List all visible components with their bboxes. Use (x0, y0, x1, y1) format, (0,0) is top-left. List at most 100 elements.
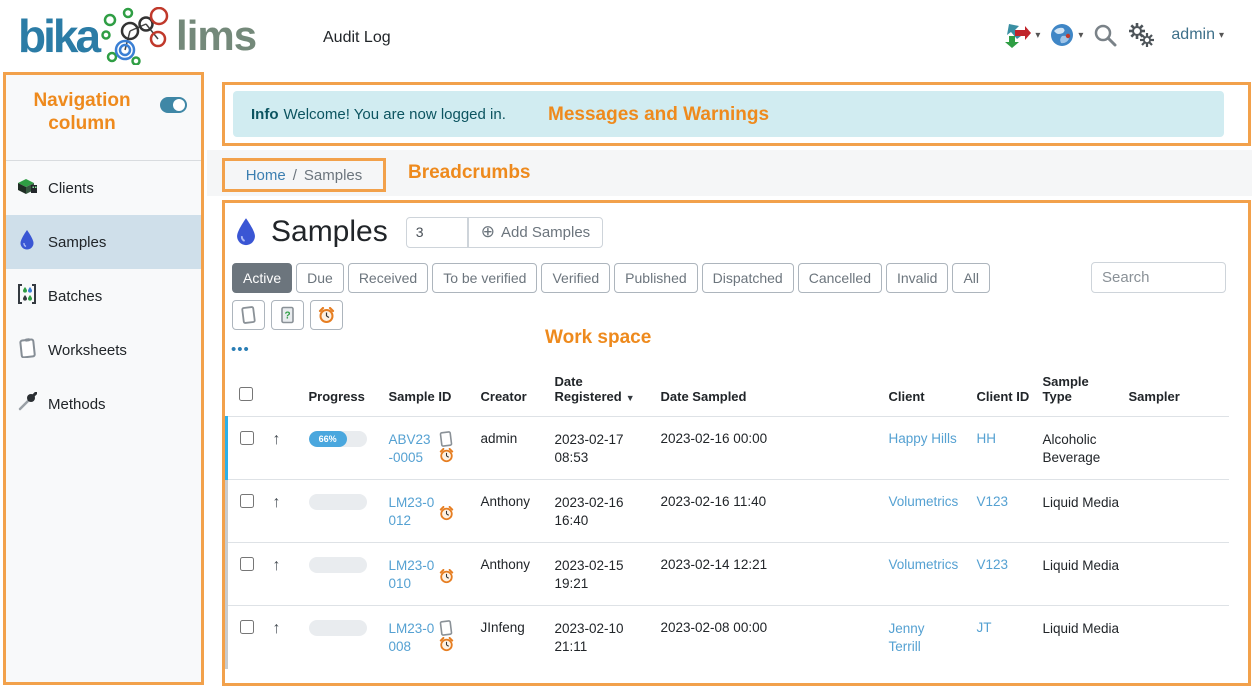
select-all-checkbox[interactable] (239, 387, 253, 401)
sidebar-item-batches[interactable]: Batches (6, 269, 201, 323)
add-samples-count-input[interactable] (406, 217, 468, 248)
client-id-link[interactable]: V123 (977, 494, 1009, 509)
sidebar-item-clients[interactable]: Clients (6, 161, 201, 215)
sampler-cell (1125, 606, 1229, 669)
filter-tab-all[interactable]: All (952, 263, 990, 293)
filter-tab-to-be-verified[interactable]: To be verified (432, 263, 537, 293)
column-header-date-registered[interactable]: Date Registered ▼ (551, 368, 657, 417)
bika-lims-logo[interactable]: bika lim (18, 6, 256, 66)
settings-button[interactable] (1127, 22, 1155, 48)
sample-id-link[interactable]: LM23-0012 (389, 494, 435, 530)
toggle-columns-button[interactable]: ••• (231, 341, 250, 358)
date-sampled-cell: 2023-02-16 11:40 (657, 480, 885, 543)
status-filter-tabs: Active Due Received To be verified Verif… (232, 263, 990, 293)
sample-id-link[interactable]: LM23-0010 (389, 557, 435, 593)
filter-tab-received[interactable]: Received (348, 263, 428, 293)
print-report-button[interactable]: ? (271, 300, 304, 330)
client-id-link[interactable]: HH (977, 431, 997, 446)
progress-bar (309, 557, 367, 573)
row-checkbox[interactable] (240, 431, 254, 445)
language-menu-button[interactable]: ▾ (1050, 23, 1083, 47)
row-checkbox[interactable] (240, 494, 254, 508)
search-icon (1093, 23, 1117, 47)
globe-icon (1050, 23, 1074, 47)
client-id-link[interactable]: V123 (977, 557, 1009, 572)
filter-tab-published[interactable]: Published (614, 263, 698, 293)
column-header-client[interactable]: Client (885, 368, 973, 417)
sidebar-item-label: Samples (48, 234, 106, 251)
sample-flags (439, 620, 454, 656)
workflow-up-icon[interactable]: ↑ (273, 620, 281, 637)
filter-tab-due[interactable]: Due (296, 263, 344, 293)
search-button[interactable] (1093, 23, 1117, 47)
row-checkbox[interactable] (240, 557, 254, 571)
filter-tab-dispatched[interactable]: Dispatched (702, 263, 794, 293)
creator-cell: Anthony (477, 480, 551, 543)
logo-text-lims: lims (176, 6, 256, 66)
sample-type-cell: Liquid Media (1039, 543, 1125, 606)
progress-bar: 66% (309, 431, 367, 447)
workflow-up-icon[interactable]: ↑ (273, 494, 281, 511)
date-sampled-cell: 2023-02-08 00:00 (657, 606, 885, 669)
plus-circle-icon: ⊕ (481, 222, 495, 242)
progress-bar (309, 620, 367, 636)
table-header-row: Progress Sample ID Creator Date Register… (227, 368, 1229, 417)
column-header-sampler[interactable]: Sampler (1125, 368, 1229, 417)
sample-id-link[interactable]: ABV23-0005 (389, 431, 435, 467)
column-header-client-id[interactable]: Client ID (973, 368, 1039, 417)
user-menu-button[interactable]: admin ▾ (1165, 26, 1224, 44)
creator-cell: Anthony (477, 543, 551, 606)
sheet-question-icon: ? (280, 306, 295, 324)
client-id-link[interactable]: JT (977, 620, 992, 635)
column-header-date-sampled[interactable]: Date Sampled (657, 368, 885, 417)
sidebar-item-methods[interactable]: Methods (6, 377, 201, 431)
filter-tab-active[interactable]: Active (232, 263, 292, 293)
workspace-annotation-label: Work space (545, 327, 651, 349)
workflow-up-icon[interactable]: ↑ (273, 431, 281, 448)
late-alarm-icon (439, 569, 454, 584)
sample-id-link[interactable]: LM23-0008 (389, 620, 435, 656)
print-stickers-button[interactable] (232, 300, 265, 330)
user-menu-label: admin (1171, 26, 1215, 44)
progress-bar (309, 494, 367, 510)
workflow-arrows-icon (1005, 22, 1031, 48)
column-header-sample-type[interactable]: Sample Type (1039, 368, 1125, 417)
table-row: ↑ 66% ABV23-0005 admin 2023-02-17 08:53 (227, 417, 1229, 480)
svg-text:?: ? (284, 311, 290, 322)
column-header-progress[interactable]: Progress (305, 368, 385, 417)
search-input[interactable] (1091, 262, 1226, 293)
workflow-menu-button[interactable]: ▾ (1005, 22, 1040, 48)
add-samples-button[interactable]: ⊕ Add Samples (468, 217, 603, 248)
column-header-sample-id[interactable]: Sample ID (385, 368, 477, 417)
column-header-label: Date Registered (555, 374, 622, 404)
sort-desc-icon: ▼ (626, 393, 635, 403)
filter-tab-verified[interactable]: Verified (541, 263, 610, 293)
row-checkbox[interactable] (240, 620, 254, 634)
sidebar-toggle[interactable] (160, 97, 187, 113)
sidebar-item-worksheets[interactable]: Worksheets (6, 323, 201, 377)
client-link[interactable]: Jenny Terrill (889, 620, 939, 656)
late-samples-button[interactable] (310, 300, 343, 330)
workflow-up-icon[interactable]: ↑ (273, 557, 281, 574)
sample-type-cell: Alcoholic Beverage (1039, 417, 1125, 480)
client-link[interactable]: Volumetrics (889, 557, 959, 572)
client-link[interactable]: Volumetrics (889, 494, 959, 509)
breadcrumb-home-link[interactable]: Home (246, 167, 286, 184)
creator-cell: JInfeng (477, 606, 551, 669)
date-registered-cell: 2023-02-10 21:11 (551, 606, 657, 669)
filter-tab-invalid[interactable]: Invalid (886, 263, 948, 293)
gears-icon (1127, 22, 1155, 48)
breadcrumb-current: Samples (304, 167, 362, 184)
alert-text: Welcome! You are now logged in. (284, 106, 506, 123)
workspace-title-row: Samples ⊕ Add Samples (235, 215, 603, 249)
column-header-creator[interactable]: Creator (477, 368, 551, 417)
samples-table: Progress Sample ID Creator Date Register… (225, 368, 1229, 669)
client-link[interactable]: Happy Hills (889, 431, 957, 446)
alert-label: Info (251, 106, 279, 123)
partition-sheet-icon (439, 431, 453, 447)
filter-tab-cancelled[interactable]: Cancelled (798, 263, 882, 293)
sampler-cell (1125, 417, 1229, 480)
sidebar-item-label: Batches (48, 288, 102, 305)
sidebar-item-samples[interactable]: Samples (6, 215, 201, 269)
sample-flags (439, 494, 454, 530)
